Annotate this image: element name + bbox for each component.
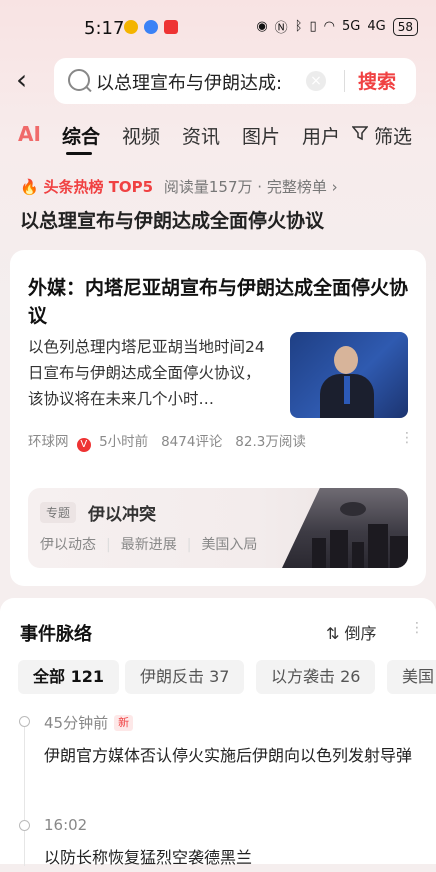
hot-topic-title[interactable]: 以总理宣布与伊朗达成全面停火协议 xyxy=(20,206,324,233)
topic-link-dynamics[interactable]: 伊以动态 xyxy=(40,537,96,553)
article-comments: 8474评论 xyxy=(161,434,223,450)
hot-list-meta[interactable]: 阅读量157万 · 完整榜单 › xyxy=(164,178,338,196)
timeline-filter-chips: 全部 121 伊朗反击 37 以方袭击 26 美国 xyxy=(18,660,436,694)
article-title[interactable]: 外媒：内塔尼亚胡宣布与伊朗达成全面停火协议 xyxy=(28,274,410,330)
tab-all[interactable]: 综合 xyxy=(62,122,100,149)
topic-tag: 专题 xyxy=(40,502,77,523)
vibrate-icon: ▯ xyxy=(309,19,317,34)
article-summary: 以色列总理内塔尼亚胡当地时间24日宣布与伊朗达成全面停火协议，该协议将在未来几个… xyxy=(28,338,265,408)
sort-button[interactable]: ⇅ 倒序 xyxy=(326,620,377,644)
topic-title[interactable]: 伊以冲突 xyxy=(88,500,156,525)
chip-all[interactable]: 全部 121 xyxy=(18,660,119,694)
tab-bar: AI 综合 视频 资讯 图片 用户 筛选 xyxy=(0,118,436,158)
article-thumbnail[interactable] xyxy=(290,332,408,418)
article-card[interactable]: 外媒：内塔尼亚胡宣布与伊朗达成全面停火协议 以色列总理内塔尼亚胡当地时间24日宣… xyxy=(10,250,426,586)
app-red-icon xyxy=(164,20,178,34)
hot-list-label: 头条热榜 TOP5 xyxy=(43,178,154,196)
tab-users[interactable]: 用户 xyxy=(302,122,340,149)
timeline-item-text[interactable]: 以防长称恢复猛烈空袭德黑兰 xyxy=(44,844,420,872)
article-meta: 环球网 V 5小时前 8474评论 82.3万阅读 xyxy=(28,430,306,452)
article-time: 5小时前 xyxy=(99,434,149,450)
timeline-item-time: 16:02 xyxy=(44,816,88,834)
timeline-line xyxy=(24,726,25,866)
tab-ai[interactable]: AI xyxy=(18,122,41,146)
signal-5g: 5G xyxy=(342,19,361,34)
search-icon xyxy=(68,69,90,91)
chip-iran-counter[interactable]: 伊朗反击 37 xyxy=(125,660,245,694)
sort-label: 倒序 xyxy=(344,624,377,643)
app-eye-icon xyxy=(144,20,158,34)
chip-us[interactable]: 美国 xyxy=(387,660,436,694)
topic-link-latest[interactable]: 最新进展 xyxy=(96,537,177,553)
status-time: 5:17 xyxy=(84,18,125,39)
signal-4g: 4G xyxy=(367,19,386,34)
hot-list-row[interactable]: 🔥 头条热榜 TOP5 阅读量157万 · 完整榜单 › xyxy=(20,176,338,197)
tab-news[interactable]: 资讯 xyxy=(182,122,220,149)
bluetooth-icon: ᛒ xyxy=(294,19,303,34)
search-divider xyxy=(344,70,345,92)
search-button[interactable]: 搜索 xyxy=(358,67,396,94)
eye-comfort-icon: ◉ xyxy=(256,19,268,34)
topic-link-us[interactable]: 美国入局 xyxy=(177,537,258,553)
person-image xyxy=(320,346,374,418)
timeline-dot xyxy=(19,716,30,727)
article-reads: 82.3万阅读 xyxy=(235,434,306,450)
more-options-icon[interactable]: ⋮ xyxy=(400,430,414,446)
verified-badge: V xyxy=(76,438,91,452)
timeline-item-text[interactable]: 伊朗官方媒体否认停火实施后伊朗向以色列发射导弹 xyxy=(44,742,420,770)
back-arrow-icon[interactable]: ‹ xyxy=(16,66,44,96)
clear-icon[interactable]: × xyxy=(306,71,326,91)
chip-israel-attack[interactable]: 以方袭击 26 xyxy=(256,660,376,694)
status-bar: 5:17 ◉ Ⓝ ᛒ ▯ ◠ 5G 4G 58 xyxy=(0,0,436,56)
flame-icon: 🔥 xyxy=(20,178,39,196)
article-source[interactable]: 环球网 xyxy=(28,434,69,450)
timeline-item-time: 45分钟前新 xyxy=(44,712,134,733)
search-box[interactable]: 以总理宣布与伊朗达成: × 搜索 xyxy=(54,58,416,104)
topic-image xyxy=(282,488,408,568)
topic-links: 伊以动态最新进展美国入局 xyxy=(40,534,257,554)
tab-video[interactable]: 视频 xyxy=(122,122,160,149)
new-badge: 新 xyxy=(114,715,134,731)
notification-icons xyxy=(124,20,178,34)
search-input[interactable]: 以总理宣布与伊朗达成: xyxy=(96,69,296,95)
event-timeline-section: 事件脉络 ⇅ 倒序 ⋮ 全部 121 伊朗反击 37 以方袭击 26 美国 45… xyxy=(0,598,436,867)
filter-icon[interactable] xyxy=(352,125,368,141)
nfc-icon: Ⓝ xyxy=(274,21,288,36)
timeline-dot xyxy=(19,820,30,831)
timeline-more-icon[interactable]: ⋮ xyxy=(410,620,424,636)
active-tab-indicator xyxy=(66,152,92,155)
tab-images[interactable]: 图片 xyxy=(242,122,280,149)
tab-filter[interactable]: 筛选 xyxy=(374,122,412,149)
wifi-icon: ◠ xyxy=(323,19,335,34)
weibo-icon xyxy=(124,20,138,34)
battery-indicator: 58 xyxy=(392,17,418,36)
timeline-title: 事件脉络 xyxy=(20,624,92,645)
topic-card[interactable]: 专题 伊以冲突 伊以动态最新进展美国入局 xyxy=(28,488,408,568)
search-row: ‹ 以总理宣布与伊朗达成: × 搜索 xyxy=(0,56,436,108)
status-indicators: ◉ Ⓝ ᛒ ▯ ◠ 5G 4G 58 xyxy=(256,17,418,36)
